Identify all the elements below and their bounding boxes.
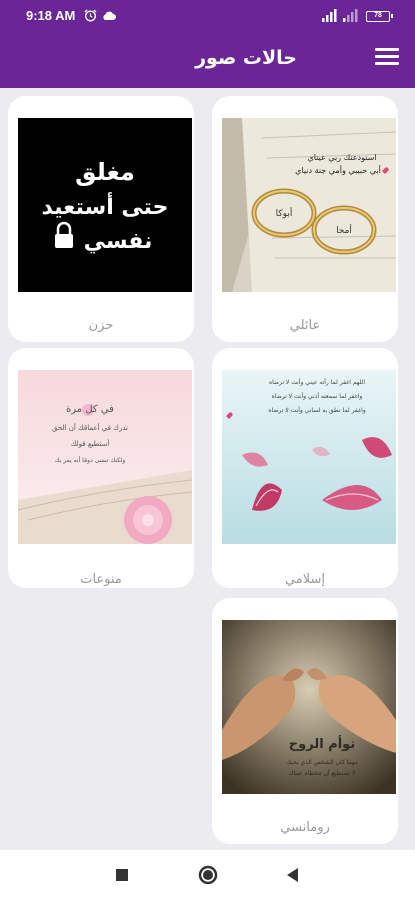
category-image-family[interactable]: استودعتك ربي عيناي أبي حبيبي وأمي جنة دن… bbox=[222, 118, 396, 292]
app-bar: حالات صور bbox=[0, 30, 415, 88]
page-title: حالات صور bbox=[195, 47, 297, 69]
back-icon[interactable] bbox=[263, 850, 323, 900]
category-grid: استودعتك ربي عيناي أبي حبيبي وأمي جنة دن… bbox=[0, 88, 415, 850]
category-label-misc: منوعات bbox=[80, 572, 122, 587]
sad-image-line-3: نفسي bbox=[84, 229, 153, 254]
islamic-image-line-2: واغفر لما سمعته أذني وأنت لا ترضاه bbox=[272, 392, 363, 400]
sad-image-line-1: مغلق bbox=[75, 158, 135, 186]
misc-image-line-2: تدرك في أعماقك أن الحق bbox=[52, 423, 128, 432]
category-card-islamic[interactable]: اللهم اغفر لما رأته عيني وأنت لا ترضاه و… bbox=[212, 348, 398, 588]
signal-icon bbox=[322, 9, 337, 22]
romantic-image-line-2: مهما كان الشخص الذي يحبك bbox=[286, 759, 358, 766]
romantic-image-line-1: توأم الروح bbox=[289, 735, 355, 752]
islamic-image-line-3: واغفر لما نطق به لساني وأنت لا ترضاه bbox=[268, 406, 365, 414]
sad-image-line-2: حتى أستعيد bbox=[41, 191, 168, 220]
status-time: 9:18 AM bbox=[26, 8, 76, 23]
category-card-sad[interactable]: مغلق حتى أستعيد نفسي حزن bbox=[8, 96, 194, 342]
family-image-line-3: أبوكا bbox=[276, 207, 293, 219]
category-label-sad: حزن bbox=[88, 318, 114, 333]
category-card-romantic[interactable]: توأم الروح مهما كان الشخص الذي يحبك لا ت… bbox=[212, 598, 398, 844]
category-label-romantic: رومانسي bbox=[280, 820, 330, 835]
misc-image-line-3: أستطيع قولك bbox=[71, 439, 110, 448]
family-image-line-1: استودعتك ربي عيناي bbox=[307, 153, 376, 162]
category-image-islamic[interactable]: اللهم اغفر لما رأته عيني وأنت لا ترضاه و… bbox=[222, 370, 396, 544]
misc-image-line-1: في كل مرة bbox=[66, 404, 114, 415]
misc-image-line-4: ولكنك تنسى دومًا أنه يمر بك bbox=[55, 456, 126, 464]
home-icon[interactable] bbox=[178, 850, 238, 900]
category-image-romantic[interactable]: توأم الروح مهما كان الشخص الذي يحبك لا ت… bbox=[222, 620, 396, 794]
cloud-icon bbox=[103, 11, 116, 20]
category-card-misc[interactable]: في كل مرة تدرك في أعماقك أن الحق أستطيع … bbox=[8, 348, 194, 588]
recent-apps-icon[interactable] bbox=[92, 850, 152, 900]
battery-icon: 78 bbox=[366, 11, 393, 22]
islamic-image-line-1: اللهم اغفر لما رأته عيني وأنت لا ترضاه bbox=[269, 378, 365, 386]
category-card-family[interactable]: استودعتك ربي عيناي أبي حبيبي وأمي جنة دن… bbox=[212, 96, 398, 342]
navigation-bar bbox=[0, 850, 415, 900]
category-label-family: عائلي bbox=[289, 318, 321, 333]
signal-weak-icon bbox=[343, 9, 358, 22]
family-image-line-4: أمحا bbox=[336, 224, 352, 236]
category-label-islamic: إسلامي bbox=[284, 572, 326, 587]
family-image-line-2: أبي حبيبي وأمي جنة دنياي bbox=[295, 165, 381, 175]
category-image-sad[interactable]: مغلق حتى أستعيد نفسي bbox=[18, 118, 192, 292]
status-bar: 9:18 AM 78 bbox=[0, 0, 415, 30]
category-image-misc[interactable]: في كل مرة تدرك في أعماقك أن الحق أستطيع … bbox=[18, 370, 192, 544]
romantic-image-line-3: لا تستطيع أن تتخطاه عيناك bbox=[288, 769, 355, 777]
hamburger-menu-icon[interactable] bbox=[375, 48, 399, 68]
alarm-icon bbox=[84, 9, 97, 22]
